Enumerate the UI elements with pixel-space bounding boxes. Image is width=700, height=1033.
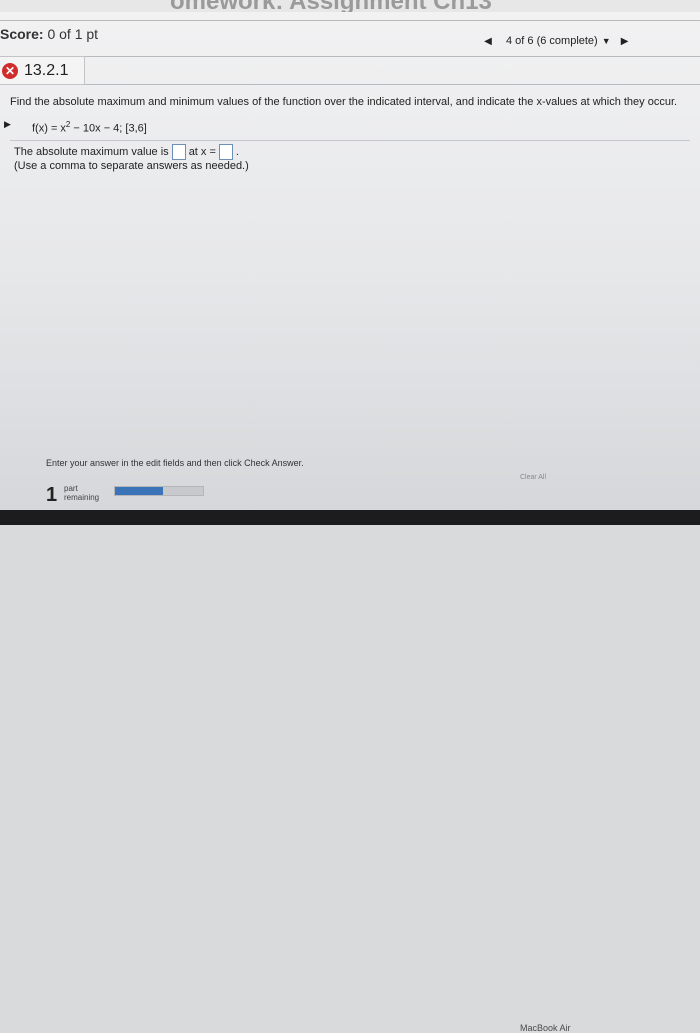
function-expression: f(x) = x2 − 10x − 4; [3,6] [32,120,147,135]
incorrect-x-icon: ✕ [2,62,18,79]
question-progress-dropdown[interactable]: 4 of 6 (6 complete) ▼ [506,35,611,47]
answer-hint: (Use a comma to separate answers as need… [14,160,249,172]
question-navigator: ◀ 4 of 6 (6 complete) ▼ ▶ [480,31,633,51]
screen: omework: Assignment Ch13 Score: 0 of 1 p… [0,0,700,510]
function-pre: f(x) = x [32,122,66,135]
parts-remaining-count: 1 [46,484,58,506]
window-title-bar: omework: Assignment Ch13 [0,0,700,12]
question-instruction: Find the absolute maximum and minimum va… [10,96,678,108]
header-divider [0,20,700,21]
max-value-input[interactable] [171,144,186,160]
answer-suffix: . [235,146,239,158]
question-header-divider [0,84,700,85]
parts-remaining-label: part remaining [64,484,100,502]
device-brand: MacBook Air [520,1023,571,1033]
footer-instruction: Enter your answer in the edit fields and… [46,458,304,468]
window-title: omework: Assignment Ch13 [170,0,492,12]
answer-mid: at x = [188,146,216,158]
answer-separator [10,140,690,141]
question-number: 13.2.1 [24,61,69,79]
function-post: − 10x − 4; [3,6] [70,122,147,135]
next-question-icon[interactable]: ▶ [617,33,633,49]
question-divider [0,56,700,57]
chevron-down-icon: ▼ [601,36,611,46]
pointer-arrow-icon: ▶ [4,119,11,129]
parts-progress-fill [115,487,164,495]
question-progress-text: 4 of 6 (6 complete) [506,35,598,47]
parts-progress-bar [114,486,204,496]
answer-prefix: The absolute maximum value is [14,146,169,158]
score-value: 0 of 1 pt [47,26,99,42]
max-x-input[interactable] [218,144,233,160]
clear-all-button[interactable]: Clear All [513,470,553,484]
question-header: ✕ 13.2.1 [0,56,85,85]
laptop-bezel: MacBook Air [0,510,700,1033]
score-label: Score: [0,26,44,42]
score: Score: 0 of 1 pt [0,26,98,42]
answer-line: The absolute maximum value is at x = . [14,144,239,160]
prev-question-icon[interactable]: ◀ [480,33,496,49]
